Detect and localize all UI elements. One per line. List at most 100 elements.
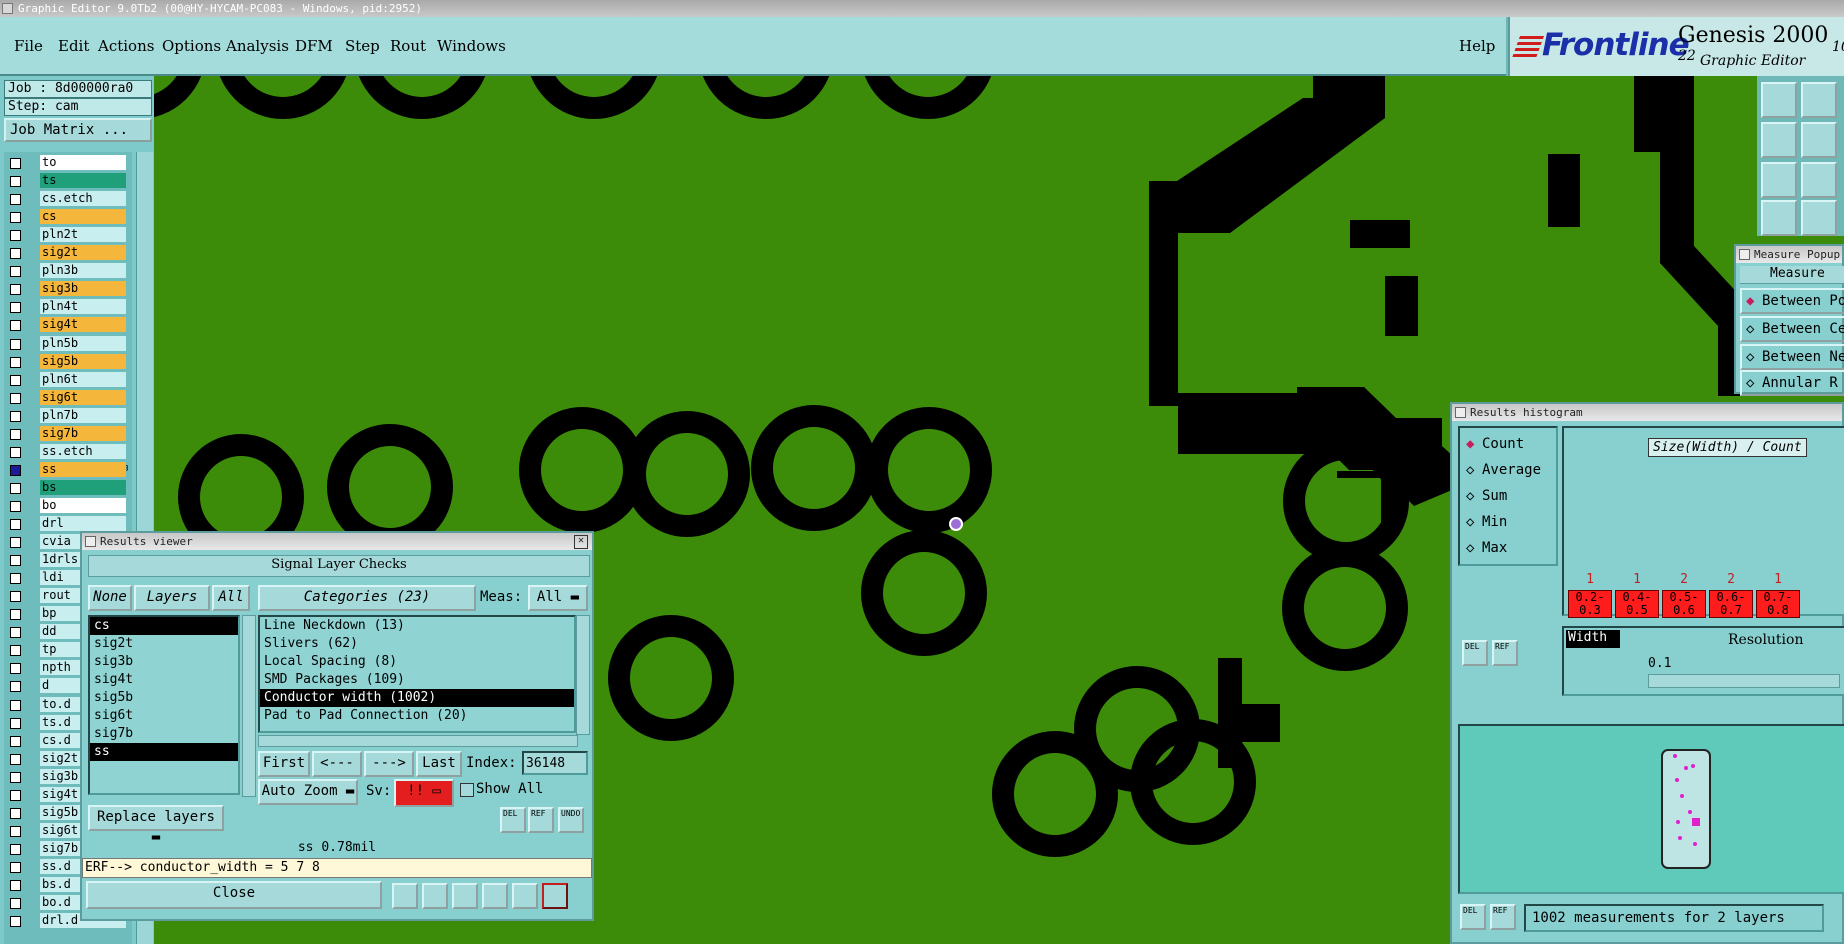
category-hscroll[interactable] [258,735,578,747]
histogram-ref-button[interactable]: REF [1492,640,1518,666]
layer-row[interactable]: pln2t [4,226,132,244]
layer-name[interactable]: cs.etch [40,191,126,207]
layer-name[interactable]: sig2t [40,245,126,261]
layer-checkbox[interactable] [10,555,21,567]
layer-checkbox[interactable] [10,338,21,350]
layer-checkbox[interactable] [10,880,21,891]
layer-row[interactable]: ✎sig2t [4,244,132,262]
layer-name[interactable]: to [40,155,126,170]
fit-screen-icon[interactable] [1761,162,1797,198]
layer-row[interactable]: ✎ts [4,172,132,190]
layer-name[interactable]: pln4t [40,299,126,315]
histogram-option-min[interactable]: ◇ Min [1464,514,1507,530]
layer-checkbox[interactable] [10,591,21,603]
layer-row[interactable]: ✎sig5b [4,353,132,371]
layer-name[interactable]: sig6t [40,389,126,405]
layer-checkbox[interactable] [10,230,21,242]
report-icon[interactable] [392,883,418,909]
layer-checkbox[interactable] [10,356,21,368]
layer-checkbox[interactable] [10,392,21,404]
histogram-option-max[interactable]: ◇ Max [1464,540,1507,556]
layer-checkbox[interactable] [10,158,21,169]
layer-row[interactable]: ✎sig6t [4,389,132,407]
histogram-option-sum[interactable]: ◇ Sum [1464,488,1507,504]
close-button[interactable]: Close [86,881,382,909]
layer-row[interactable]: ✎⊞ss [4,461,132,479]
histogram-bar[interactable]: 0.7- 0.8 [1756,590,1800,618]
measure-between-centers[interactable]: ◇ Between Ce [1740,316,1844,342]
layer-checkbox[interactable] [10,898,21,910]
layer-checkbox[interactable] [10,807,21,819]
severity-select[interactable]: !! ▭ [394,779,454,807]
menu-help[interactable]: Help [1459,37,1495,55]
layer-row[interactable]: ✎cs [4,208,132,226]
layer-checkbox[interactable] [10,573,21,585]
layer-checkbox[interactable] [10,627,21,639]
layer-row[interactable]: cs.etch [4,190,132,208]
zoom-fit-icon[interactable] [1801,162,1837,198]
layer-name[interactable]: sig7b [40,425,126,441]
measure-between-nets[interactable]: ◇ Between Ne [1740,344,1844,370]
job-matrix-button[interactable]: Job Matrix ... [4,118,152,142]
layer-checkbox[interactable] [10,735,21,747]
layer-row[interactable]: pln5b [4,335,132,353]
undo-button[interactable]: UNDO [558,807,584,833]
layer-row[interactable]: ✎sig7b [4,425,132,443]
layer-name[interactable]: ss [40,461,126,477]
snap-icon[interactable] [1761,200,1797,236]
pan-right-icon[interactable] [1801,122,1837,158]
auto-zoom-select[interactable]: Auto Zoom ▬ [258,779,358,805]
result-layer-item[interactable]: cs [90,617,238,635]
layer-checkbox[interactable] [10,681,21,693]
layer-checkbox[interactable] [10,771,21,783]
layer-name[interactable]: sig5b [40,353,126,369]
layer-results-list[interactable]: cs sig2t sig3b sig4t sig5b sig6t sig7b ss [88,615,240,795]
layer-checkbox[interactable] [10,374,21,386]
layer-checkbox[interactable] [10,537,21,549]
result-layer-item[interactable]: sig6t [90,707,238,725]
first-button[interactable]: First [258,751,310,777]
layer-row[interactable]: pln3b [4,262,132,280]
layer-name[interactable]: pln7b [40,407,126,423]
layer-name[interactable]: pln3b [40,263,126,279]
menu-file[interactable]: File [14,37,43,55]
index-field[interactable] [522,751,588,775]
show-all-checkbox[interactable] [460,783,474,797]
layer-checkbox[interactable] [10,609,21,621]
notes-icon[interactable] [512,883,538,909]
layer-checkbox[interactable] [10,464,21,476]
menu-rout[interactable]: Rout [390,37,426,55]
layer-checkbox[interactable] [10,717,21,729]
layer-checkbox[interactable] [10,446,21,458]
menu-windows[interactable]: Windows [437,37,506,55]
categories-button[interactable]: Categories (23) [258,585,476,611]
layer-name[interactable]: bo [40,497,126,513]
histogram-bar[interactable]: 0.2- 0.3 [1568,590,1612,618]
layer-row[interactable]: ✎sig4t [4,316,132,334]
layer-checkbox[interactable] [10,428,21,440]
histogram-option-count[interactable]: ◆ Count [1464,436,1524,452]
layer-checkbox[interactable] [10,194,21,206]
layer-checkbox[interactable] [10,753,21,765]
result-layer-item[interactable]: ss [90,743,238,761]
export-icon[interactable] [422,883,448,909]
layer-row[interactable]: ✎to [4,154,132,172]
histogram-bar[interactable]: 0.5- 0.6 [1662,590,1706,618]
layer-row[interactable]: pln7b [4,407,132,425]
meas-select[interactable]: All ▬ [528,585,588,611]
layer-row[interactable]: pln4t [4,298,132,316]
result-layer-item[interactable]: sig4t [90,671,238,689]
histogram-option-average[interactable]: ◇ Average [1464,462,1541,478]
layer-checkbox[interactable] [10,861,21,873]
layer-row[interactable]: ss.etch [4,443,132,461]
ref-button[interactable]: REF [528,807,554,833]
layer-checkbox[interactable] [10,843,21,855]
result-layer-item[interactable]: sig7b [90,725,238,743]
layer-checkbox[interactable] [10,212,21,224]
zoom-in-icon[interactable] [1801,82,1837,118]
layer-row[interactable]: ✎sig3b [4,280,132,298]
layer-checkbox[interactable] [10,482,21,494]
all-button[interactable]: All [212,585,250,611]
result-layer-item[interactable]: sig5b [90,689,238,707]
histogram-bar[interactable]: 0.4- 0.5 [1615,590,1659,618]
